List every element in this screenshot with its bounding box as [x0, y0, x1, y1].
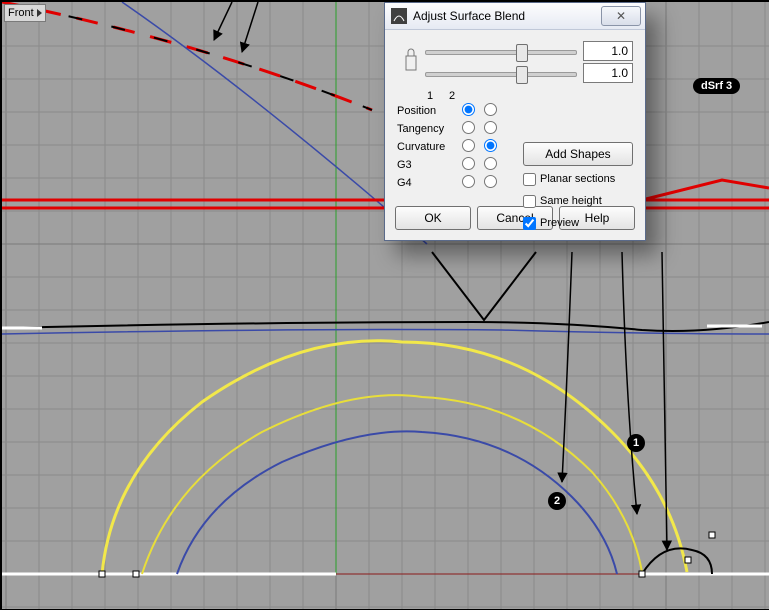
add-shapes-button[interactable]: Add Shapes	[523, 142, 633, 166]
slider-2[interactable]	[425, 64, 577, 82]
badge-2: 2	[548, 492, 566, 510]
planar-label: Planar sections	[540, 173, 615, 185]
col-2: 2	[441, 90, 463, 102]
preview-label: Preview	[540, 217, 579, 229]
viewport: Front dSrf 3 1 2 Adjust Surface Blend ✕	[1, 1, 769, 610]
same-height-input[interactable]	[523, 195, 536, 208]
col-1: 1	[419, 90, 441, 102]
viewport-label-text: Front	[8, 6, 34, 20]
radio-curvature-2[interactable]	[484, 139, 497, 152]
radio-curvature-1[interactable]	[462, 139, 475, 152]
close-button[interactable]: ✕	[601, 6, 641, 26]
dialog-titlebar[interactable]: Adjust Surface Blend ✕	[385, 3, 645, 30]
radio-g4-1[interactable]	[462, 175, 475, 188]
badge-1: 1	[627, 434, 645, 452]
preview-checkbox[interactable]: Preview	[523, 214, 633, 232]
radio-tangency-1[interactable]	[462, 121, 475, 134]
dialog-adjust-surface-blend: Adjust Surface Blend ✕ 1.0	[384, 2, 646, 241]
row-position-label: Position	[397, 105, 457, 117]
row-curvature-label: Curvature	[397, 141, 457, 153]
slider-1-value[interactable]: 1.0	[583, 41, 633, 61]
radio-tangency-2[interactable]	[484, 121, 497, 134]
surface-label: dSrf 3	[693, 78, 740, 94]
radio-position-1[interactable]	[462, 103, 475, 116]
control-points[interactable]	[99, 532, 715, 577]
radio-g4-2[interactable]	[484, 175, 497, 188]
curve-black-top-dash[interactable]	[2, 2, 372, 110]
radio-g3-2[interactable]	[484, 157, 497, 170]
row-tangency-label: Tangency	[397, 123, 457, 135]
small-loop[interactable]	[642, 548, 712, 574]
dialog-title: Adjust Surface Blend	[413, 9, 595, 23]
planar-sections-input[interactable]	[523, 173, 536, 186]
slider-1[interactable]	[425, 42, 577, 60]
row-g3-label: G3	[397, 159, 457, 171]
arrow-top-1	[214, 2, 232, 40]
slider-2-value[interactable]: 1.0	[583, 63, 633, 83]
radio-position-2[interactable]	[484, 103, 497, 116]
same-height-label: Same height	[540, 195, 602, 207]
dialog-icon	[391, 8, 407, 24]
ok-button[interactable]: OK	[395, 206, 471, 230]
same-height-checkbox[interactable]: Same height	[523, 192, 633, 210]
preview-input[interactable]	[523, 217, 536, 230]
viewport-label[interactable]: Front	[4, 4, 46, 22]
lock-icon[interactable]	[402, 42, 420, 82]
viewport-menu-icon[interactable]	[37, 9, 42, 17]
curve-red-top[interactable]	[2, 2, 372, 110]
red-kink[interactable]	[642, 180, 769, 200]
row-g4-label: G4	[397, 177, 457, 189]
radio-g3-1[interactable]	[462, 157, 475, 170]
arrow-top-2	[242, 2, 258, 52]
planar-sections-checkbox[interactable]: Planar sections	[523, 170, 633, 188]
